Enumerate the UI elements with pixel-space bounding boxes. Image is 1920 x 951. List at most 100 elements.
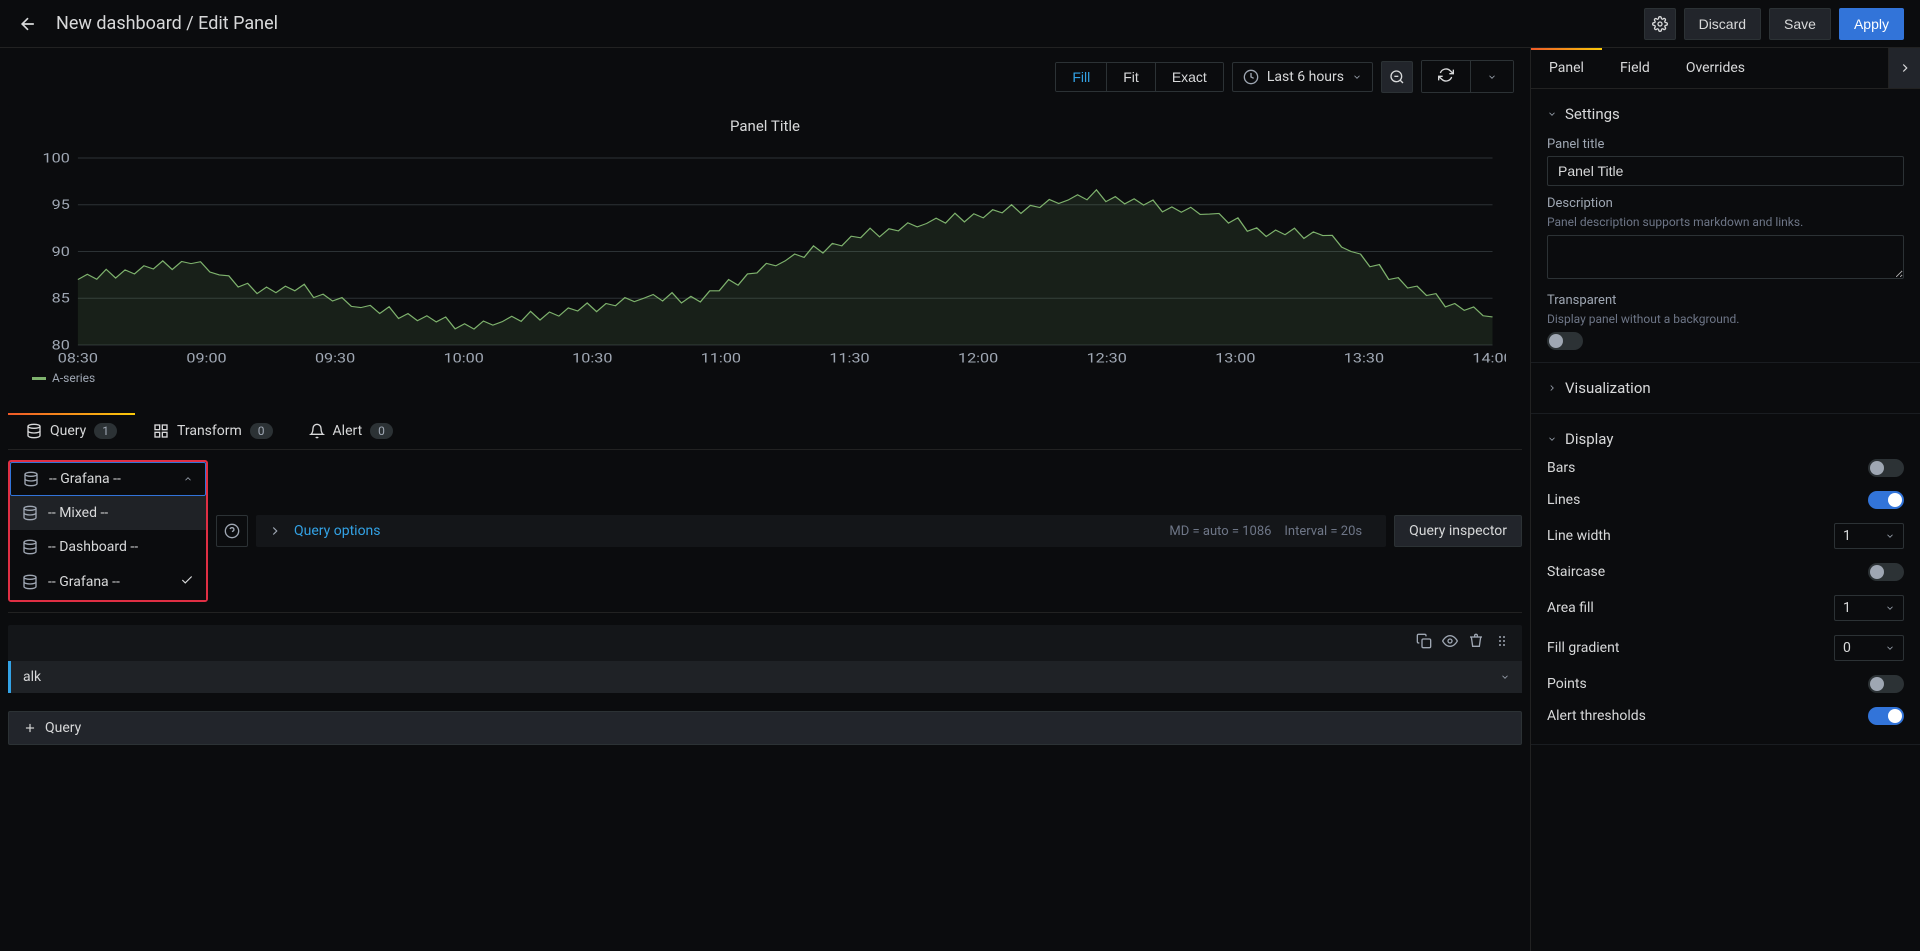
add-query-label: Query bbox=[45, 720, 81, 736]
datasource-help-button[interactable] bbox=[216, 515, 248, 547]
datasource-option-mixed[interactable]: -- Mixed -- bbox=[10, 496, 206, 530]
header: New dashboard / Edit Panel Discard Save … bbox=[0, 0, 1920, 48]
side-tabs: Panel Field Overrides bbox=[1531, 48, 1920, 89]
display-title: Display bbox=[1565, 430, 1613, 448]
fill-gradient-label: Fill gradient bbox=[1547, 640, 1619, 656]
scenario-row: alk bbox=[8, 661, 1522, 693]
tab-alert[interactable]: Alert 0 bbox=[291, 413, 411, 449]
svg-text:90: 90 bbox=[52, 243, 70, 259]
svg-text:09:00: 09:00 bbox=[186, 350, 226, 366]
ds-option-label: -- Mixed -- bbox=[48, 505, 108, 521]
save-button[interactable]: Save bbox=[1769, 8, 1831, 40]
bars-toggle[interactable] bbox=[1868, 459, 1904, 477]
zoom-out-button[interactable] bbox=[1381, 61, 1413, 93]
duplicate-query-icon[interactable] bbox=[1416, 633, 1432, 653]
side-tab-field[interactable]: Field bbox=[1602, 48, 1668, 88]
ds-option-label: -- Grafana -- bbox=[48, 574, 120, 590]
staircase-toggle[interactable] bbox=[1868, 563, 1904, 581]
line-width-select[interactable]: 1 bbox=[1834, 523, 1904, 549]
points-toggle[interactable] bbox=[1868, 675, 1904, 693]
svg-text:11:00: 11:00 bbox=[701, 350, 741, 366]
plus-icon bbox=[23, 721, 37, 735]
panel-title: Panel Title bbox=[24, 113, 1506, 139]
svg-text:13:00: 13:00 bbox=[1215, 350, 1255, 366]
fill-button[interactable]: Fill bbox=[1056, 63, 1107, 91]
chevron-up-icon bbox=[183, 474, 193, 484]
chevron-down-icon bbox=[1500, 672, 1510, 682]
check-icon bbox=[180, 573, 194, 591]
tab-query-label: Query bbox=[50, 423, 86, 439]
panel-title-label: Panel title bbox=[1547, 137, 1904, 152]
datasource-option-dashboard[interactable]: -- Dashboard -- bbox=[10, 530, 206, 564]
visualization-header[interactable]: Visualization bbox=[1547, 375, 1904, 401]
bell-icon bbox=[309, 423, 325, 439]
chart-legend[interactable]: A-series bbox=[24, 367, 1506, 389]
fill-gradient-value: 0 bbox=[1843, 640, 1851, 656]
query-inspector-button[interactable]: Query inspector bbox=[1394, 515, 1522, 547]
panel-title-input[interactable] bbox=[1547, 156, 1904, 186]
chart[interactable]: 8085909510008:3009:0009:3010:0010:3011:0… bbox=[24, 147, 1506, 367]
query-header bbox=[8, 625, 1522, 661]
lines-label: Lines bbox=[1547, 492, 1580, 508]
lines-toggle[interactable] bbox=[1868, 491, 1904, 509]
legend-swatch bbox=[32, 377, 46, 380]
side-expand-button[interactable] bbox=[1888, 48, 1920, 88]
chevron-down-icon bbox=[1885, 603, 1895, 613]
tab-query[interactable]: Query 1 bbox=[8, 413, 135, 449]
refresh-interval-button[interactable] bbox=[1471, 61, 1513, 92]
refresh-button[interactable] bbox=[1422, 61, 1471, 92]
side-tab-overrides[interactable]: Overrides bbox=[1668, 48, 1763, 88]
query-meta-interval: Interval = 20s bbox=[1284, 524, 1362, 539]
svg-text:14:00: 14:00 bbox=[1472, 350, 1506, 366]
svg-text:12:00: 12:00 bbox=[958, 350, 998, 366]
settings-section: Settings Panel title Description Panel d… bbox=[1531, 89, 1920, 363]
toggle-visibility-icon[interactable] bbox=[1442, 633, 1458, 653]
back-arrow-icon[interactable] bbox=[16, 12, 40, 36]
settings-button[interactable] bbox=[1644, 8, 1676, 40]
display-section: Display Bars Lines Line width 1 Staircas… bbox=[1531, 414, 1920, 745]
transparent-toggle[interactable] bbox=[1547, 332, 1583, 350]
chevron-down-icon bbox=[1352, 72, 1362, 82]
area-fill-select[interactable]: 1 bbox=[1834, 595, 1904, 621]
description-label: Description bbox=[1547, 196, 1904, 211]
settings-header[interactable]: Settings bbox=[1547, 101, 1904, 127]
time-range-picker[interactable]: Last 6 hours bbox=[1232, 62, 1373, 92]
datasource-dropdown: -- Grafana -- -- Mixed -- -- Dashboard -… bbox=[8, 460, 208, 602]
bars-label: Bars bbox=[1547, 460, 1575, 476]
fit-button[interactable]: Fit bbox=[1107, 63, 1156, 91]
chevron-down-icon bbox=[1885, 643, 1895, 653]
display-header[interactable]: Display bbox=[1547, 426, 1904, 452]
datasource-menu: -- Mixed -- -- Dashboard -- -- Grafana -… bbox=[10, 496, 206, 600]
alert-thresholds-toggle[interactable] bbox=[1868, 707, 1904, 725]
add-query-button[interactable]: Query bbox=[8, 711, 1522, 745]
query-options-row: -- Grafana -- -- Mixed -- -- Dashboard -… bbox=[8, 450, 1522, 613]
svg-text:10:00: 10:00 bbox=[444, 350, 484, 366]
scenario-select[interactable]: alk bbox=[23, 669, 1510, 685]
delete-query-icon[interactable] bbox=[1468, 633, 1484, 653]
datasource-option-grafana[interactable]: -- Grafana -- bbox=[10, 564, 206, 600]
query-options-toggle[interactable]: Query options bbox=[282, 523, 381, 539]
svg-text:85: 85 bbox=[52, 290, 70, 306]
drag-handle-icon[interactable] bbox=[1494, 633, 1510, 653]
scenario-value: alk bbox=[23, 669, 41, 685]
svg-text:100: 100 bbox=[43, 150, 70, 166]
transform-icon bbox=[153, 423, 169, 439]
datasource-select[interactable]: -- Grafana -- bbox=[10, 462, 206, 496]
points-label: Points bbox=[1547, 676, 1587, 692]
tab-transform-count: 0 bbox=[250, 423, 273, 439]
alert-thresholds-label: Alert thresholds bbox=[1547, 708, 1646, 724]
staircase-label: Staircase bbox=[1547, 564, 1605, 580]
discard-button[interactable]: Discard bbox=[1684, 8, 1761, 40]
view-mode-group: Fill Fit Exact bbox=[1055, 62, 1223, 92]
ds-option-label: -- Dashboard -- bbox=[48, 539, 138, 555]
description-input[interactable] bbox=[1547, 235, 1904, 279]
side-tab-panel[interactable]: Panel bbox=[1531, 48, 1602, 88]
svg-text:95: 95 bbox=[52, 197, 70, 213]
exact-button[interactable]: Exact bbox=[1156, 63, 1223, 91]
tab-transform[interactable]: Transform 0 bbox=[135, 413, 291, 449]
clock-icon bbox=[1243, 69, 1259, 85]
description-hint: Panel description supports markdown and … bbox=[1547, 215, 1904, 229]
fill-gradient-select[interactable]: 0 bbox=[1834, 635, 1904, 661]
apply-button[interactable]: Apply bbox=[1839, 8, 1904, 40]
settings-title: Settings bbox=[1565, 105, 1620, 123]
